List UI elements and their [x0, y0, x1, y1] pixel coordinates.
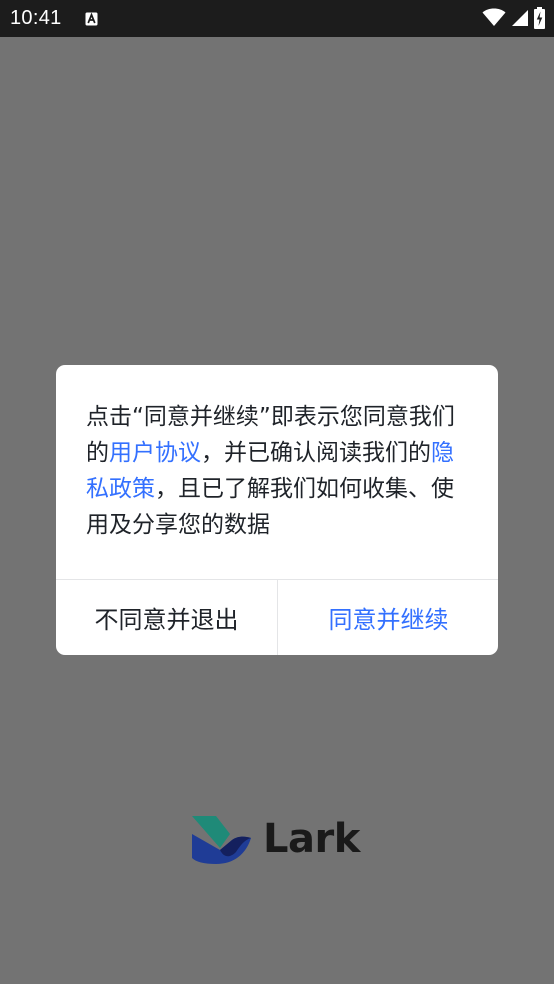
wifi-icon: [482, 8, 506, 26]
privacy-consent-dialog: 点击“同意并继续”即表示您同意我们的用户协议，并已确认阅读我们的隐私政策，且已了…: [56, 365, 498, 655]
status-time: 10:41: [10, 7, 62, 29]
lark-logo: Lark: [190, 814, 365, 866]
status-bar: 10:41: [0, 0, 554, 37]
decline-exit-button[interactable]: 不同意并退出: [56, 580, 277, 655]
battery-charging-icon: [534, 7, 545, 29]
user-agreement-link[interactable]: 用户协议: [109, 440, 201, 466]
message-text: ，并已确认阅读我们的: [201, 440, 431, 466]
a-letter-icon: [85, 11, 98, 26]
cellular-signal-icon: [512, 10, 528, 26]
agree-continue-button[interactable]: 同意并继续: [278, 580, 498, 655]
brand-name: Lark: [263, 816, 360, 862]
lark-bird-icon: [192, 816, 251, 864]
dialog-message: 点击“同意并继续”即表示您同意我们的用户协议，并已确认阅读我们的隐私政策，且已了…: [86, 399, 470, 543]
